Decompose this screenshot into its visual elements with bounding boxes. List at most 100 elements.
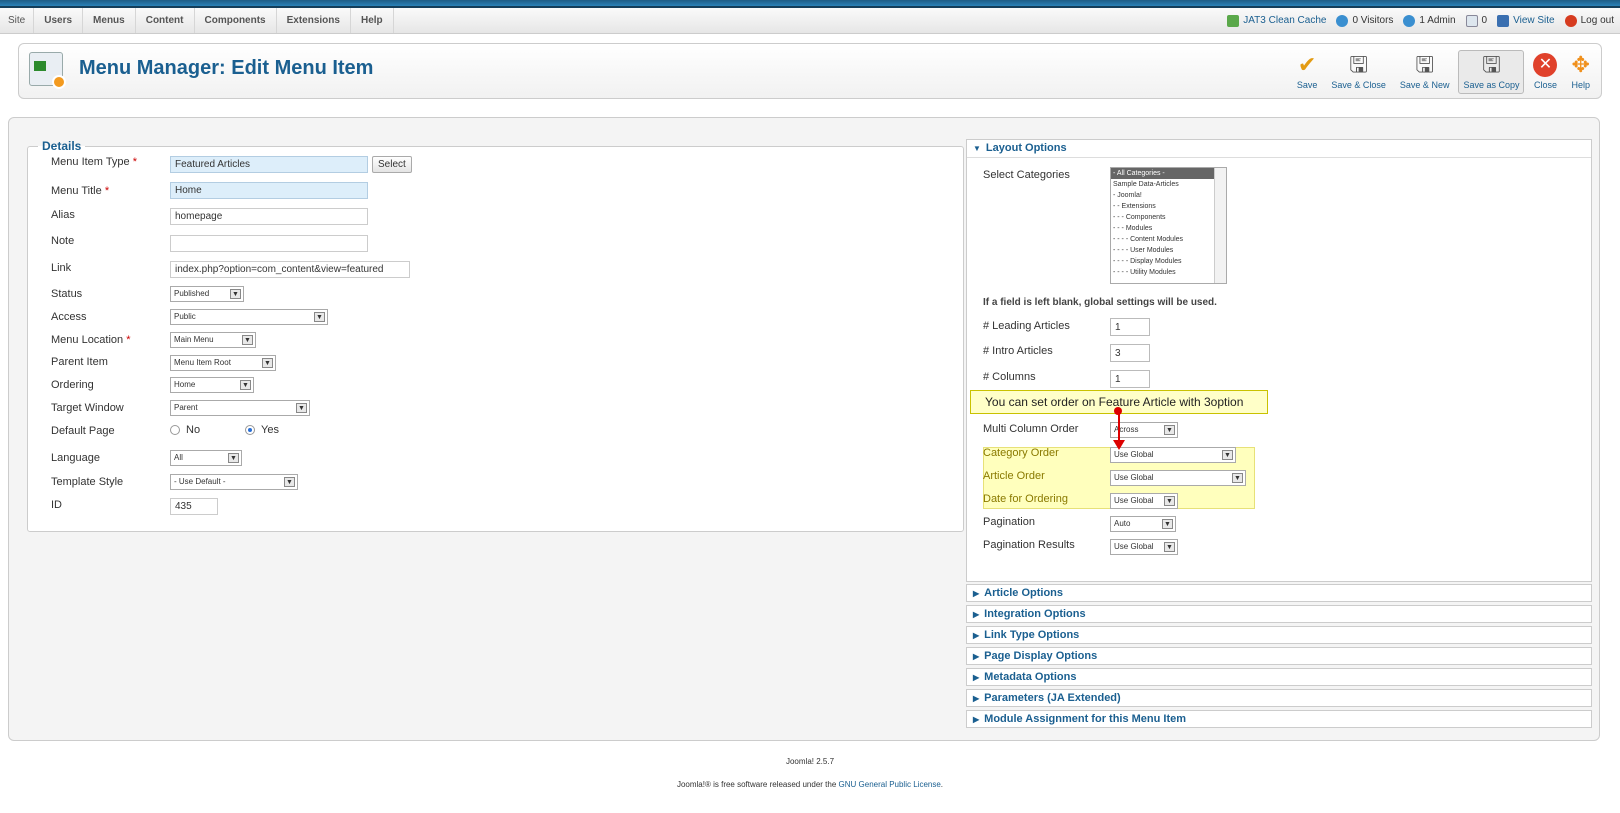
menu-help[interactable]: Help xyxy=(351,8,394,33)
note-input[interactable] xyxy=(170,235,368,252)
menu-item-type-field: Featured Articles xyxy=(170,156,368,173)
list-item[interactable]: - - - Modules xyxy=(1111,223,1226,234)
integration-options-section[interactable]: ▶ Integration Options xyxy=(966,605,1592,623)
ja-parameters-section[interactable]: ▶ Parameters (JA Extended) xyxy=(966,689,1592,707)
page-title: Menu Manager: Edit Menu Item xyxy=(79,57,374,79)
alias-label: Alias xyxy=(51,209,75,221)
mail-icon xyxy=(1465,14,1478,27)
menu-location-select[interactable]: Main Menu ▼ xyxy=(170,332,256,348)
list-item[interactable]: - - Extensions xyxy=(1111,201,1226,212)
logout-icon xyxy=(1564,14,1577,27)
layout-options-panel: ▼ Layout Options Select Categories - All … xyxy=(966,139,1592,582)
list-item[interactable]: - - - - User Modules xyxy=(1111,245,1226,256)
id-field: 435 xyxy=(170,498,218,515)
save-button[interactable]: ✔ Save xyxy=(1292,50,1323,94)
link-type-options-section[interactable]: ▶ Link Type Options xyxy=(966,626,1592,644)
select-categories-label: Select Categories xyxy=(983,169,1070,181)
listbox-scrollbar[interactable] xyxy=(1214,168,1226,283)
page-display-options-section[interactable]: ▶ Page Display Options xyxy=(966,647,1592,665)
visitors-icon xyxy=(1336,14,1349,27)
multi-column-order-label: Multi Column Order xyxy=(983,423,1079,435)
date-ordering-select[interactable]: Use Global ▼ xyxy=(1110,493,1178,509)
leading-articles-label: # Leading Articles xyxy=(983,320,1070,332)
chevron-down-icon: ▼ xyxy=(228,453,239,463)
article-order-select[interactable]: Use Global ▼ xyxy=(1110,470,1246,486)
language-label: Language xyxy=(51,452,100,464)
chevron-down-icon: ▼ xyxy=(1222,450,1233,460)
triangle-right-icon: ▶ xyxy=(973,652,980,661)
parent-item-select[interactable]: Menu Item Root ▼ xyxy=(170,355,276,371)
save-copy-button[interactable]: 🖫 Save as Copy xyxy=(1458,50,1525,94)
list-item[interactable]: - - - - Display Modules xyxy=(1111,256,1226,267)
menu-menus[interactable]: Menus xyxy=(83,8,136,33)
layout-options-header[interactable]: ▼ Layout Options xyxy=(967,140,1591,158)
list-item[interactable]: - All Categories - xyxy=(1111,168,1226,179)
triangle-right-icon: ▶ xyxy=(973,631,980,640)
alias-input[interactable]: homepage xyxy=(170,208,368,225)
pagination-select[interactable]: Auto ▼ xyxy=(1110,516,1176,532)
triangle-down-icon: ▼ xyxy=(973,144,981,153)
language-select[interactable]: All ▼ xyxy=(170,450,242,466)
triangle-right-icon: ▶ xyxy=(973,589,980,598)
module-assignment-section[interactable]: ▶ Module Assignment for this Menu Item xyxy=(966,710,1592,728)
select-type-button[interactable]: Select xyxy=(372,156,412,173)
list-item[interactable]: - - - - Utility Modules xyxy=(1111,267,1226,278)
admin-status: 1 Admin xyxy=(1403,14,1456,27)
list-item[interactable]: - Joomla! xyxy=(1111,190,1226,201)
columns-input[interactable]: 1 xyxy=(1110,370,1150,388)
pagination-results-select[interactable]: Use Global ▼ xyxy=(1110,539,1178,555)
list-item[interactable]: - - - - Content Modules xyxy=(1111,234,1226,245)
chevron-down-icon: ▼ xyxy=(284,477,295,487)
chevron-down-icon: ▼ xyxy=(1164,542,1175,552)
status-label: Status xyxy=(51,288,83,300)
help-button[interactable]: ✥ Help xyxy=(1566,50,1595,94)
intro-articles-label: # Intro Articles xyxy=(983,345,1053,357)
target-window-select[interactable]: Parent ▼ xyxy=(170,400,310,416)
multi-column-order-select[interactable]: Across ▼ xyxy=(1110,422,1178,438)
link-label: Link xyxy=(51,262,72,274)
checkmark-icon: ✔ xyxy=(1297,52,1317,77)
radio-checked-icon xyxy=(245,425,255,435)
blank-settings-note: If a field is left blank, global setting… xyxy=(983,297,1217,308)
menu-content[interactable]: Content xyxy=(136,8,195,33)
pagination-results-label: Pagination Results xyxy=(983,539,1075,551)
default-page-no[interactable]: No xyxy=(170,424,200,436)
close-button[interactable]: ✕ Close xyxy=(1528,50,1562,94)
triangle-right-icon: ▶ xyxy=(973,610,980,619)
template-style-select[interactable]: - Use Default - ▼ xyxy=(170,474,298,490)
leading-articles-input[interactable]: 1 xyxy=(1110,318,1150,336)
floppy-disk-icon: 🖫 xyxy=(1349,52,1369,77)
intro-articles-input[interactable]: 3 xyxy=(1110,344,1150,362)
save-close-button[interactable]: 🖫 Save & Close xyxy=(1326,50,1391,94)
annotation-arrow-icon xyxy=(1113,440,1125,450)
details-legend: Details xyxy=(42,139,82,153)
logout-link[interactable]: Log out xyxy=(1564,14,1614,27)
list-item[interactable]: Sample Data-Articles xyxy=(1111,179,1226,190)
default-page-label: Default Page xyxy=(51,425,115,437)
menu-title-input[interactable]: Home xyxy=(170,182,368,199)
metadata-options-section[interactable]: ▶ Metadata Options xyxy=(966,668,1592,686)
default-page-yes[interactable]: Yes xyxy=(245,424,279,436)
ordering-select[interactable]: Home ▼ xyxy=(170,377,254,393)
menu-components[interactable]: Components xyxy=(195,8,277,33)
menu-users[interactable]: Users xyxy=(34,8,84,33)
messages-status[interactable]: 0 xyxy=(1465,14,1487,27)
menu-extensions[interactable]: Extensions xyxy=(277,8,351,33)
gpl-link[interactable]: GNU General Public License xyxy=(839,780,941,789)
details-fieldset: Details xyxy=(27,139,964,532)
floppy-copy-icon: 🖫 xyxy=(1482,52,1501,77)
save-new-button[interactable]: 🖫 Save & New xyxy=(1395,50,1455,94)
article-options-section[interactable]: ▶ Article Options xyxy=(966,584,1592,602)
access-select[interactable]: Public ▼ xyxy=(170,309,328,325)
annotation-arrow-line xyxy=(1118,410,1120,442)
categories-listbox[interactable]: - All Categories - Sample Data-Articles … xyxy=(1110,167,1227,284)
chevron-down-icon: ▼ xyxy=(242,335,253,345)
clean-cache-link[interactable]: JAT3 Clean Cache xyxy=(1227,14,1326,27)
radio-unchecked-icon xyxy=(170,425,180,435)
list-item[interactable]: - - - Components xyxy=(1111,212,1226,223)
status-select[interactable]: Published ▼ xyxy=(170,286,244,302)
footer-version: Joomla! 2.5.7 xyxy=(785,757,835,766)
view-site-link[interactable]: View Site xyxy=(1497,14,1555,27)
menu-site[interactable]: Site xyxy=(0,8,35,33)
category-order-select[interactable]: Use Global ▼ xyxy=(1110,447,1236,463)
